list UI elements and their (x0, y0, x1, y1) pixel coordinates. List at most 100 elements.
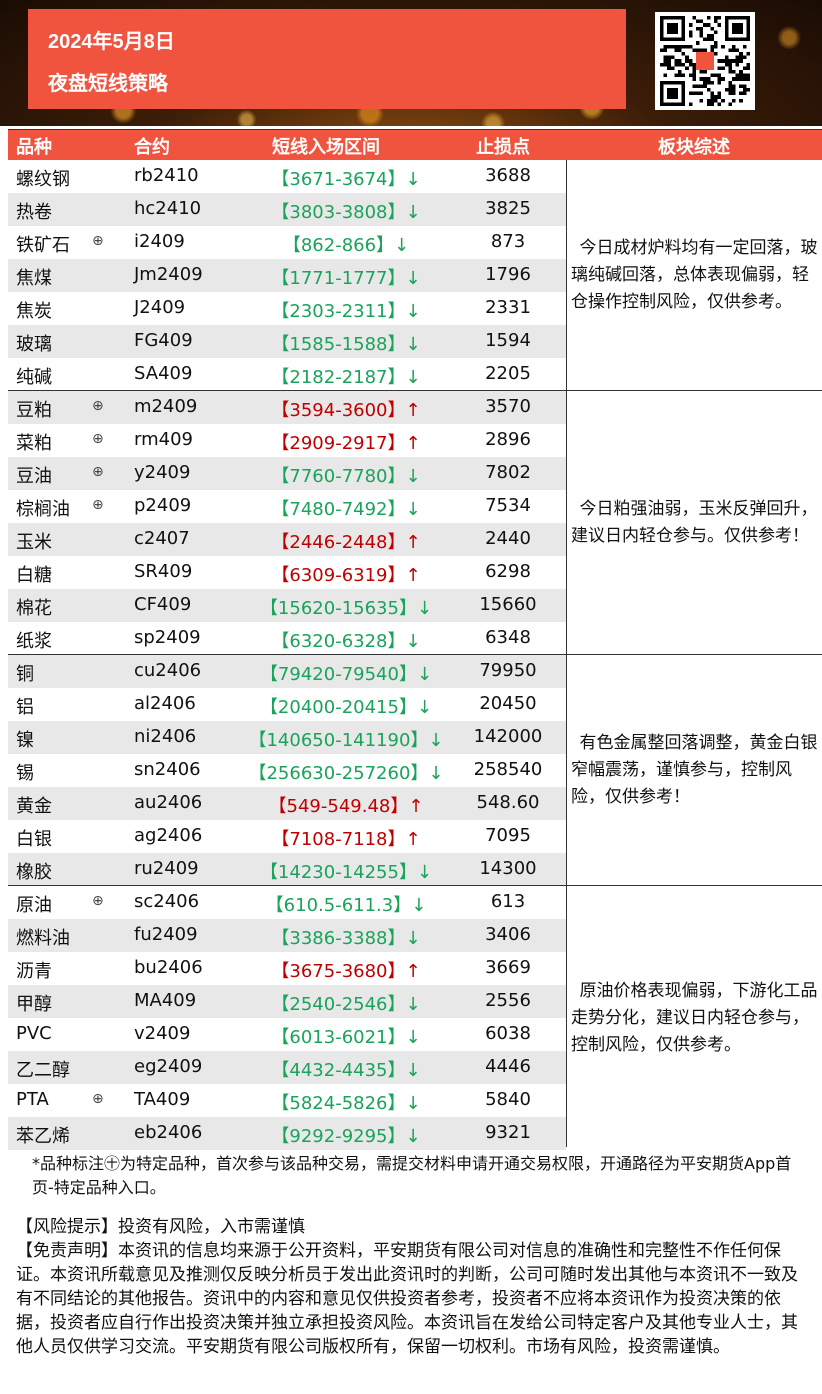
entry-range: 【140650-141190】↓ (248, 730, 444, 751)
variety-name: 白糖 (16, 565, 52, 586)
variety-name: 棕榈油 (16, 499, 70, 520)
variety-name: 铝 (16, 697, 34, 718)
table-row: 铝 al2406 【20400-20415】↓ 20450 (8, 688, 566, 721)
stop-loss: 2331 (485, 297, 531, 318)
contract-code: SA409 (134, 363, 193, 384)
variety-name: 乙二醇 (16, 1060, 70, 1081)
contract-code: bu2406 (134, 957, 203, 978)
entry-range: 【3675-3680】↑ (271, 961, 421, 982)
contract-code: sp2409 (134, 627, 201, 648)
col-header-contract: 合约 (134, 137, 170, 158)
variety-name: 玉米 (16, 532, 52, 553)
table-row: 豆油 ⊕ y2409 【7760-7780】↓ 7802 (8, 457, 566, 490)
entry-range: 【610.5-611.3】↓ (265, 895, 427, 916)
stop-loss: 7095 (485, 825, 531, 846)
variety-name: 原油 (16, 895, 52, 916)
qr-code-icon (655, 12, 755, 110)
table-row: 热卷 hc2410 【3803-3808】↓ 3825 (8, 193, 566, 226)
sector-summary: 有色金属整回落调整，黄金白银窄幅震荡，谨慎参与，控制风险，仅供参考！ (567, 655, 822, 886)
contract-code: al2406 (134, 693, 196, 714)
table-row: 螺纹钢 rb2410 【3671-3674】↓ 3688 (8, 160, 566, 193)
table-row: 原油 ⊕ sc2406 【610.5-611.3】↓ 613 (8, 886, 566, 919)
special-variety-note: *品种标注㊉为特定品种，首次参与该品种交易，需提交材料申请开通交易权限，开通路径… (32, 1154, 792, 1197)
entry-range: 【3594-3600】↑ (271, 400, 421, 421)
table-row: 玉米 c2407 【2446-2448】↑ 2440 (8, 523, 566, 556)
contract-code: sn2406 (134, 759, 201, 780)
table-row: 黄金 au2406 【549-549.48】↑ 548.60 (8, 787, 566, 820)
table-row: 白银 ag2406 【7108-7118】↑ 7095 (8, 820, 566, 853)
circled-plus-icon: ⊕ (92, 1091, 104, 1107)
table-row: 玻璃 FG409 【1585-1588】↓ 1594 (8, 325, 566, 358)
entry-range: 【3386-3388】↓ (271, 928, 421, 949)
contract-code: eg2409 (134, 1056, 203, 1077)
table-row: 苯乙烯 eb2406 【9292-9295】↓ 9321 (8, 1117, 566, 1150)
contract-code: y2409 (134, 462, 191, 483)
variety-name: PTA (16, 1089, 49, 1110)
contract-code: ni2406 (134, 726, 197, 747)
risk-warning: 【风险提示】投资有风险，入市需谨慎 (16, 1217, 305, 1237)
contract-code: SR409 (134, 561, 193, 582)
entry-range: 【2446-2448】↑ (271, 532, 421, 553)
entry-range: 【7480-7492】↓ (271, 499, 421, 520)
variety-name: 热卷 (16, 202, 52, 223)
stop-loss: 613 (490, 891, 526, 912)
entry-range: 【3671-3674】↓ (271, 169, 421, 190)
contract-code: i2409 (134, 231, 185, 252)
sector-summary: 原油价格表现偏弱，下游化工品走势分化，建议日内轻仓参与，控制风险，仅供参考。 (567, 886, 822, 1150)
sector-summary: 今日成材炉料均有一定回落，玻璃纯碱回落，总体表现偏弱，轻仓操作控制风险，仅供参考… (567, 160, 822, 391)
stop-loss: 7534 (485, 495, 531, 516)
stop-loss: 3570 (485, 396, 531, 417)
contract-code: fu2409 (134, 924, 198, 945)
contract-code: FG409 (134, 330, 193, 351)
sector-summary: 今日粕强油弱，玉米反弹回升，建议日内轻仓参与。仅供参考！ (567, 391, 822, 655)
circled-plus-icon: ⊕ (92, 497, 104, 513)
stop-loss: 6298 (485, 561, 531, 582)
entry-range: 【2303-2311】↓ (271, 301, 421, 322)
stop-loss: 873 (490, 231, 526, 252)
table-row: 铜 cu2406 【79420-79540】↓ 79950 (8, 655, 566, 688)
table-row: 纯碱 SA409 【2182-2187】↓ 2205 (8, 358, 566, 391)
stop-loss: 9321 (485, 1122, 531, 1143)
variety-name: PVC (16, 1023, 52, 1044)
table-row: 燃料油 fu2409 【3386-3388】↓ 3406 (8, 919, 566, 952)
table-row: PTA ⊕ TA409 【5824-5826】↓ 5840 (8, 1084, 566, 1117)
table-row: 棉花 CF409 【15620-15635】↓ 15660 (8, 589, 566, 622)
sector-summary-column: 今日成材炉料均有一定回落，玻璃纯碱回落，总体表现偏弱，轻仓操作控制风险，仅供参考… (566, 160, 822, 1147)
stop-loss: 2896 (485, 429, 531, 450)
variety-name: 苯乙烯 (16, 1126, 70, 1147)
contract-code: J2409 (134, 297, 186, 318)
entry-range: 【1771-1777】↓ (271, 268, 421, 289)
variety-name: 铜 (16, 664, 34, 685)
entry-range: 【2540-2546】↓ (271, 994, 421, 1015)
variety-name: 铁矿石 (16, 235, 70, 256)
contract-code: CF409 (134, 594, 192, 615)
variety-name: 螺纹钢 (16, 169, 70, 190)
entry-range: 【2182-2187】↓ (271, 367, 421, 388)
entry-range: 【549-549.48】↑ (268, 796, 424, 817)
table-row: 铁矿石 ⊕ i2409 【862-866】↓ 873 (8, 226, 566, 259)
contract-code: MA409 (134, 990, 197, 1011)
stop-loss: 3825 (485, 198, 531, 219)
stop-loss: 3406 (485, 924, 531, 945)
variety-name: 燃料油 (16, 928, 70, 949)
contract-code: sc2406 (134, 891, 200, 912)
entry-range: 【9292-9295】↓ (271, 1126, 421, 1147)
contract-code: c2407 (134, 528, 190, 549)
table-row: 甲醇 MA409 【2540-2546】↓ 2556 (8, 985, 566, 1018)
entry-range: 【256630-257260】↓ (248, 763, 444, 784)
report-date: 2024年5月8日 (48, 31, 175, 53)
stop-loss: 2440 (485, 528, 531, 549)
stop-loss: 1796 (485, 264, 531, 285)
contract-code: hc2410 (134, 198, 202, 219)
disclaimer-block: 【风险提示】投资有风险，入市需谨慎 【免责声明】本资讯的信息均来源于公开资料，平… (16, 1215, 806, 1359)
header-banner: 2024年5月8日 夜盘短线策略 (0, 0, 822, 126)
stop-loss: 2205 (485, 363, 531, 384)
entry-range: 【2909-2917】↑ (271, 433, 421, 454)
table-row: 菜粕 ⊕ rm409 【2909-2917】↑ 2896 (8, 424, 566, 457)
table-row: 乙二醇 eg2409 【4432-4435】↓ 4446 (8, 1051, 566, 1084)
variety-name: 纯碱 (16, 367, 52, 388)
table-header: 品种 合约 短线入场区间 止损点 板块综述 (8, 130, 822, 160)
stop-loss: 14300 (479, 858, 537, 879)
variety-name: 玻璃 (16, 334, 52, 355)
contract-code: eb2406 (134, 1122, 203, 1143)
